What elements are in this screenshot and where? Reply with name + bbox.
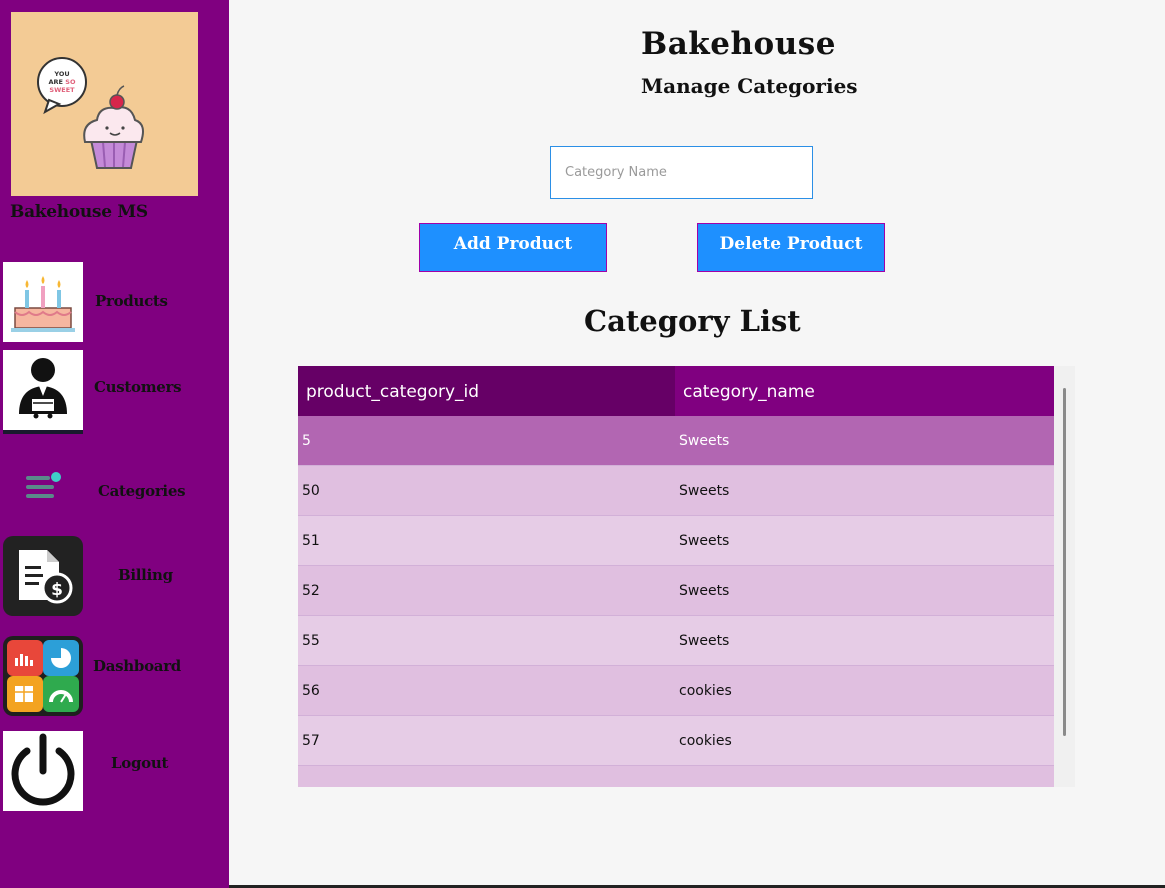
svg-text:SWEET: SWEET [49,86,75,94]
table-scrollbar[interactable] [1055,366,1075,787]
cell-category-id: 5 [302,433,311,449]
cell-category-name: Sweets [679,583,730,599]
cell-category-id: 50 [302,483,320,499]
sidebar-item-customers[interactable]: Customers [0,350,229,434]
delete-product-button[interactable]: Delete Product [697,223,885,272]
table-header: product_category_id category_name [298,366,1054,416]
bakehouse-logo: YOU ARE SO SWEET [11,12,198,196]
cell-category-id: 52 [302,583,320,599]
sidebar-item-logout[interactable]: Logout [0,731,229,813]
table-row[interactable]: 5 Sweets [298,416,1054,466]
sidebar-item-label: Logout [111,754,169,772]
sidebar-item-billing[interactable]: $ Billing [0,536,229,618]
category-table[interactable]: product_category_id category_name 5 Swee… [298,366,1075,787]
cell-category-id: 56 [302,683,320,699]
sidebar-item-label: Dashboard [93,657,181,675]
sidebar-item-label: Products [95,292,168,310]
sidebar-item-products[interactable]: Products [0,262,229,344]
page-subtitle: Manage Categories [641,74,858,98]
table-row[interactable]: 57 cookies [298,716,1054,766]
sidebar-item-label: Billing [118,566,173,584]
category-name-input[interactable] [550,146,813,199]
add-product-button[interactable]: Add Product [419,223,607,272]
table-row[interactable]: 50 Sweets [298,466,1054,516]
sidebar-item-dashboard[interactable]: Dashboard [0,636,229,718]
cell-category-id: 57 [302,733,320,749]
table-row[interactable] [298,766,1054,787]
cell-category-id: 51 [302,533,320,549]
sidebar-item-label: Categories [98,482,186,500]
category-list-title: Category List [584,304,801,338]
column-header[interactable]: product_category_id [298,366,675,416]
cell-category-id [298,766,302,787]
svg-text:$: $ [51,580,63,600]
svg-text:ARE SO: ARE SO [49,78,76,86]
dashboard-icon [3,636,83,716]
cell-category-name: Sweets [679,633,730,649]
table-row[interactable]: 56 cookies [298,666,1054,716]
bill-icon: $ [3,536,83,616]
sidebar-item-categories[interactable]: Categories [0,450,229,532]
sidebar-item-label: Customers [94,378,182,396]
cell-category-name: Sweets [679,483,730,499]
sidebar: YOU ARE SO SWEET Bakehouse MS Products C… [0,0,229,888]
table-row[interactable]: 55 Sweets [298,616,1054,666]
cell-category-name: cookies [679,733,732,749]
cell-category-name: cookies [679,683,732,699]
power-icon [3,731,83,811]
scrollbar-thumb[interactable] [1063,388,1066,736]
customer-icon [3,350,83,434]
svg-text:YOU: YOU [53,70,69,78]
brand-name: Bakehouse MS [10,202,148,222]
cell-category-id: 55 [302,633,320,649]
categories-icon [18,460,70,512]
cell-category-name [675,766,679,787]
cell-category-name: Sweets [679,533,730,549]
cell-category-name: Sweets [679,433,730,449]
cake-icon [3,262,83,342]
table-row[interactable]: 51 Sweets [298,516,1054,566]
table-row[interactable]: 52 Sweets [298,566,1054,616]
column-header[interactable]: category_name [675,366,1054,416]
page-title: Bakehouse [641,26,836,62]
